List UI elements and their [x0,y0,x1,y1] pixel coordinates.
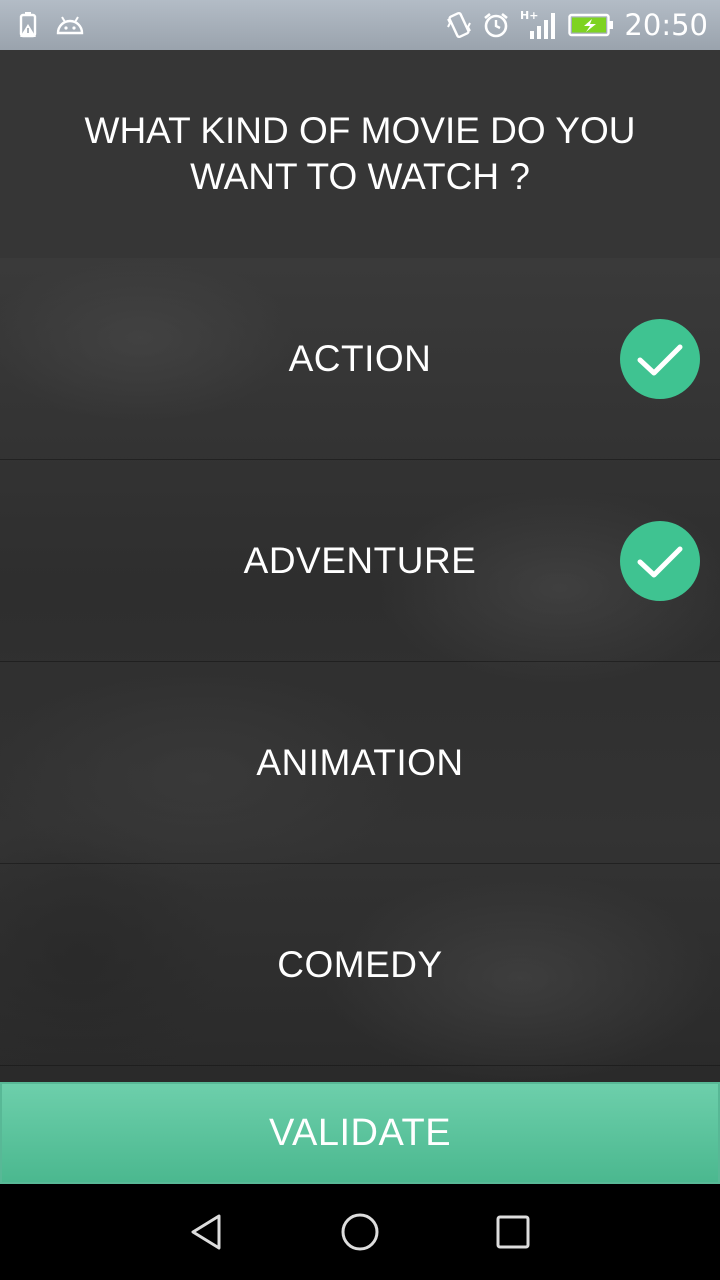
header: WHAT KIND OF MOVIE DO YOU WANT TO WATCH … [0,50,720,258]
signal-hplus-icon: H+ [520,9,558,41]
genre-list: ACTION ADVENTURE ANIMATION COMEDY [0,258,720,1082]
genre-item-comedy[interactable]: COMEDY [0,864,720,1066]
genre-item-action[interactable]: ACTION [0,258,720,460]
status-right: H+ 20:50 [446,8,708,42]
battery-saver-icon [18,12,42,38]
status-left [18,12,84,38]
battery-charging-icon [568,13,614,37]
genre-label: ACTION [288,337,432,379]
check-icon [620,520,700,601]
home-icon[interactable] [320,1192,400,1272]
validate-button[interactable]: VALIDATE [0,1082,720,1184]
genre-item-adventure[interactable]: ADVENTURE [0,460,720,662]
genre-label: ADVENTURE [243,539,477,581]
status-bar: H+ 20:50 [0,0,720,50]
svg-text:H+: H+ [520,9,538,22]
navigation-bar [0,1184,720,1280]
check-icon [620,318,700,399]
genre-label: ANIMATION [256,741,464,783]
alarm-icon [482,11,510,39]
back-icon[interactable] [167,1192,247,1272]
validate-label: VALIDATE [268,1111,452,1154]
page-title: WHAT KIND OF MOVIE DO YOU WANT TO WATCH … [84,110,636,197]
vibrate-icon [446,11,472,39]
genre-item-animation[interactable]: ANIMATION [0,662,720,864]
clock: 20:50 [624,8,708,42]
android-icon [56,15,84,35]
recents-icon[interactable] [473,1192,553,1272]
genre-label: COMEDY [277,943,443,985]
